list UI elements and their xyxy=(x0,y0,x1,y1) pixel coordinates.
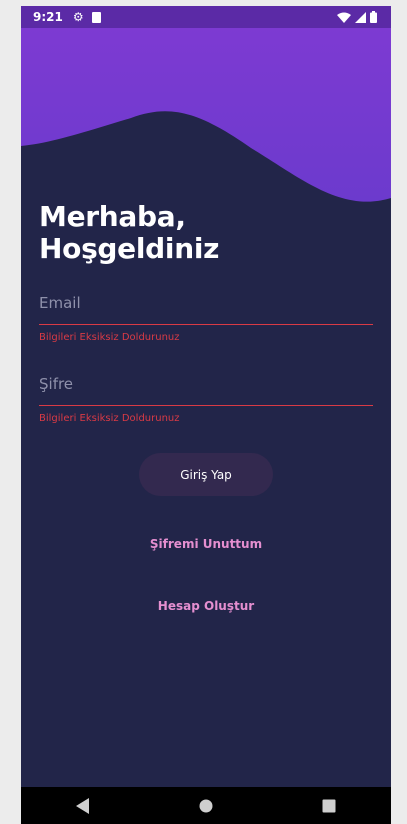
password-error-text: Bilgileri Eksiksiz Doldurunuz xyxy=(39,413,180,424)
email-field-group: Bilgileri Eksiksiz Doldurunuz xyxy=(39,294,373,343)
greeting-line-1: Merhaba, xyxy=(39,200,186,233)
signal-icon xyxy=(355,11,366,23)
greeting-line-2: Hoşgeldiniz xyxy=(39,232,220,265)
app-screen: 9:21 ⚙ Merhaba, Hoşgeldiniz Email Bilgil… xyxy=(21,6,391,824)
sd-card-icon xyxy=(91,11,101,23)
status-time: 9:21 xyxy=(33,10,63,24)
email-field[interactable] xyxy=(39,294,373,325)
page-title: Merhaba, Hoşgeldiniz xyxy=(39,201,369,265)
email-error-text: Bilgileri Eksiksiz Doldurunuz xyxy=(39,332,180,343)
back-icon[interactable] xyxy=(58,791,108,821)
recents-icon[interactable] xyxy=(304,791,354,821)
password-field-group: Bilgileri Eksiksiz Doldurunuz xyxy=(39,375,373,424)
header-wave xyxy=(21,28,391,202)
create-account-link[interactable]: Hesap Oluştur xyxy=(21,599,391,613)
status-bar: 9:21 ⚙ xyxy=(21,6,391,28)
home-icon[interactable] xyxy=(181,791,231,821)
status-icons xyxy=(337,11,377,23)
wifi-icon xyxy=(337,12,351,23)
password-field[interactable] xyxy=(39,375,373,406)
navigation-bar xyxy=(21,787,391,824)
login-button[interactable]: Giriş Yap xyxy=(139,453,273,496)
battery-icon xyxy=(370,11,377,23)
forgot-password-link[interactable]: Şifremi Unuttum xyxy=(21,537,391,551)
gear-icon: ⚙ xyxy=(72,10,84,24)
